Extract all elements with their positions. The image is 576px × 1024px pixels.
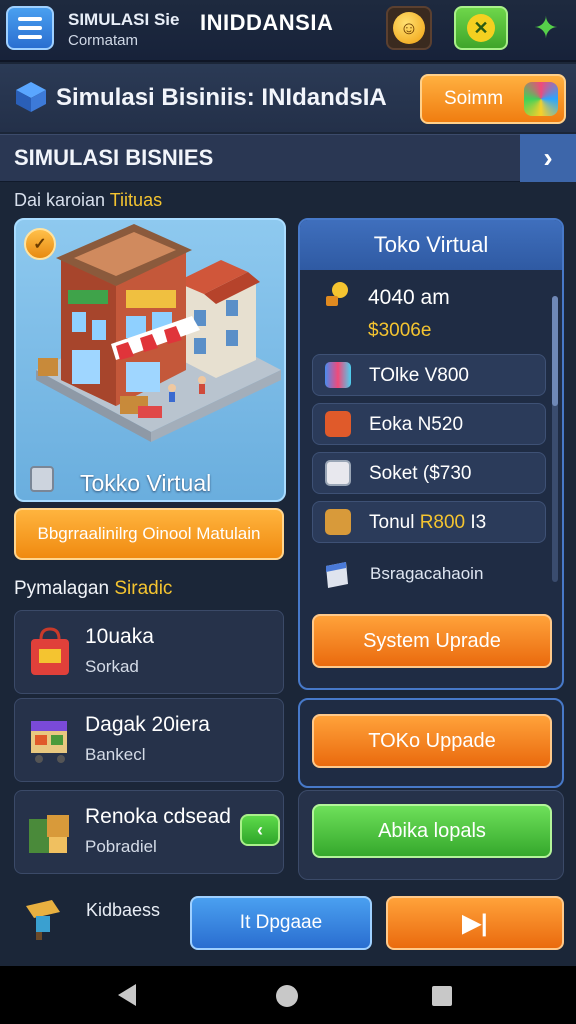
recents-icon[interactable] [432, 986, 452, 1006]
list-item-label: TOlke V800 [369, 365, 469, 386]
jobs-label-highlight: Tiituas [109, 190, 163, 210]
store-name: Tokko Virtual [80, 470, 212, 496]
checkmark-icon[interactable]: ‹ [240, 814, 280, 846]
list-item-text: Tonul [369, 512, 420, 533]
section-title: SIMULASI BISNIES [14, 145, 214, 170]
green-action-button[interactable]: Abika lopals [312, 804, 552, 858]
toko-upgrade-button[interactable]: TOKo Uppade [312, 714, 552, 768]
list-item-label: Tonul R800 I3 [369, 512, 486, 534]
stat-value: 4040 am [368, 286, 450, 309]
app-subtitle: Cormatam [68, 32, 139, 49]
store-card[interactable] [14, 218, 286, 502]
misc-label: Bsragacahaoin [370, 564, 484, 583]
list-item-label: Soket ($730 [369, 463, 472, 484]
left-card[interactable]: 10uaka Sorkad [14, 610, 284, 694]
list-label-prefix: Pymalagan [14, 578, 115, 599]
bars-icon [325, 362, 351, 388]
box-icon [325, 509, 351, 535]
basket-icon [325, 411, 351, 437]
header-title: Simulasi Bisiniis: INIdandsIA [56, 84, 387, 111]
header-action-button[interactable]: Soimm [420, 74, 566, 124]
list-label-highlight: Siradic [114, 578, 173, 599]
bottom-label: Kidbaess [86, 900, 161, 920]
menu-icon-line [18, 35, 42, 39]
home-icon[interactable] [276, 985, 298, 1007]
supplies-icon [25, 805, 75, 859]
chevron-right-icon[interactable]: › [520, 134, 576, 182]
tool-icon: ✕ [467, 14, 495, 42]
app-title-bold: INIDDANSIA [200, 10, 334, 35]
left-card-title: 10uaka [85, 625, 154, 648]
list-item[interactable]: Tonul R800 I3 [312, 501, 546, 543]
left-card-title: Dagak 20iera [85, 713, 210, 736]
scrollbar-thumb[interactable] [552, 296, 558, 406]
tool-button[interactable]: ✕ [454, 6, 508, 50]
trophy-icon [322, 280, 352, 310]
list-item-label: Eoka N520 [369, 414, 464, 435]
package-icon [322, 558, 352, 590]
list-item-highlight: R800 [419, 512, 466, 533]
right-panel-title: Toko Virtual [300, 220, 562, 270]
menu-button[interactable] [6, 6, 54, 50]
lock-icon [30, 466, 54, 492]
app-title: SIMULASI Sie [68, 10, 180, 29]
bag-icon [25, 625, 75, 679]
left-card-sub: Pobradiel [85, 837, 157, 856]
upgrade-blue-button[interactable]: It Dpgaae [190, 896, 372, 950]
optimize-button[interactable]: Bbgrraalinilrg Oinool Matulain [14, 508, 284, 560]
jobs-label: Dai karoian Tiituas [14, 190, 162, 211]
store-illustration [36, 224, 281, 442]
left-card-sub: Sorkad [85, 657, 139, 676]
left-card[interactable]: Dagak 20iera Bankecl [14, 698, 284, 782]
list-item[interactable]: Soket ($730 [312, 452, 546, 494]
list-item-suffix: I3 [465, 512, 487, 533]
system-upgrade-button[interactable]: System Uprade [312, 614, 552, 668]
emoji-button[interactable]: ☺ [386, 6, 432, 50]
market-stall-icon [25, 713, 75, 767]
stat-money: $3006e [368, 320, 432, 341]
back-icon[interactable] [118, 984, 136, 1006]
menu-icon-line [18, 17, 42, 21]
menu-icon-line [18, 26, 42, 30]
character-icon [22, 896, 66, 942]
list-label: Pymalagan Siradic [14, 578, 172, 600]
document-icon [325, 460, 351, 486]
cube-icon [14, 80, 48, 114]
share-icon[interactable]: ✦ [526, 8, 566, 48]
puzzle-icon [524, 82, 558, 116]
left-card-title: Renoka cdsead [85, 805, 231, 828]
header-action-label: Soimm [444, 88, 504, 109]
left-card-sub: Bankecl [85, 745, 146, 764]
jobs-label-prefix: Dai karoian [14, 190, 110, 210]
list-item[interactable]: Eoka N520 [312, 403, 546, 445]
store-badge-icon: ✓ [24, 228, 56, 260]
play-next-button[interactable]: ▶| [386, 896, 564, 950]
emoji-icon: ☺ [393, 12, 425, 44]
list-item[interactable]: TOlke V800 [312, 354, 546, 396]
